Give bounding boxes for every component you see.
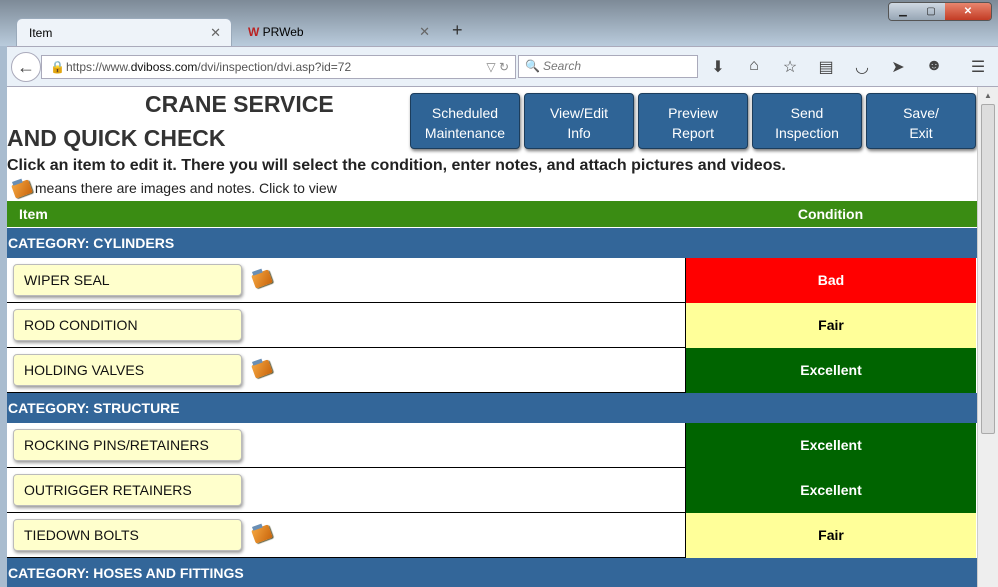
close-tab-icon[interactable]: ✕ <box>419 24 430 40</box>
search-input[interactable]: 🔍 Search <box>518 55 698 78</box>
table-row: TIEDOWN BOLTS Fair <box>7 513 976 558</box>
lock-icon: 🔒 <box>50 60 65 74</box>
pocket-icon[interactable]: ◡ <box>851 57 873 77</box>
item-button[interactable]: ROD CONDITION <box>13 309 242 341</box>
preview-report-button[interactable]: Preview Report <box>638 93 748 149</box>
item-button[interactable]: TIEDOWN BOLTS <box>13 519 242 551</box>
home-icon[interactable]: ⌂ <box>743 57 765 77</box>
url-prefix: https://www. <box>66 60 131 74</box>
category-header: CATEGORY: STRUCTURE <box>7 393 977 423</box>
table-row: WIPER SEAL Bad <box>7 258 976 303</box>
legend-text: means there are images and notes. Click … <box>34 180 337 196</box>
instructions: Click an item to edit it. There you will… <box>7 157 786 174</box>
table-row: ROCKING PINS/RETAINERS Excellent <box>7 423 976 468</box>
minimize-icon[interactable]: ▁ <box>889 3 917 20</box>
send-icon[interactable]: ➤ <box>887 57 909 77</box>
url-bar[interactable]: 🔒 https://www.dviboss.com/dvi/inspection/… <box>41 55 516 79</box>
tab-item[interactable]: Item ✕ <box>16 18 232 46</box>
save-exit-button[interactable]: Save/ Exit <box>866 93 976 149</box>
back-arrow-icon[interactable]: ← <box>11 52 41 82</box>
reading-list-icon[interactable]: ▤ <box>815 57 837 77</box>
search-placeholder: Search <box>543 59 582 73</box>
condition-cell[interactable]: Bad <box>685 258 976 303</box>
item-button[interactable]: WIPER SEAL <box>13 264 242 296</box>
table-header: Item Condition <box>7 201 977 227</box>
category-header: CATEGORY: CYLINDERS <box>7 228 977 258</box>
download-icon[interactable]: ⬇ <box>707 57 729 77</box>
item-button[interactable]: OUTRIGGER RETAINERS <box>13 474 242 506</box>
tab-prweb[interactable]: W PRWeb ✕ <box>236 18 440 46</box>
legend: means there are images and notes. Click … <box>11 179 337 199</box>
scheduled-maintenance-button[interactable]: Scheduled Maintenance <box>410 93 520 149</box>
new-tab-icon[interactable]: + <box>452 20 463 41</box>
send-inspection-button[interactable]: Send Inspection <box>752 93 862 149</box>
item-button[interactable]: ROCKING PINS/RETAINERS <box>13 429 242 461</box>
tab-label: PRWeb <box>262 25 304 39</box>
close-window-icon[interactable]: ✕ <box>945 3 991 20</box>
nav-toolbar: ← 🔒 https://www.dviboss.com/dvi/inspectio… <box>7 46 998 87</box>
scroll-up-icon[interactable]: ▲ <box>978 87 998 104</box>
prweb-favicon-icon: W <box>248 25 260 39</box>
menu-icon[interactable]: ☰ <box>967 57 989 77</box>
media-folder-icon[interactable] <box>251 269 273 289</box>
reload-icon[interactable]: ▽ ↻ <box>486 56 509 78</box>
tab-label: Item <box>29 26 53 40</box>
table-row: HOLDING VALVES Excellent <box>7 348 976 393</box>
star-icon[interactable]: ☆ <box>779 57 801 77</box>
table-row: OUTRIGGER RETAINERS Excellent <box>7 468 976 513</box>
category-header: CATEGORY: HOSES AND FITTINGS <box>7 558 977 587</box>
chat-icon[interactable]: ☻ <box>923 57 945 77</box>
item-button[interactable]: HOLDING VALVES <box>13 354 242 386</box>
maximize-icon[interactable]: ▢ <box>917 3 945 20</box>
header-condition: Condition <box>797 206 864 222</box>
page-title-line2: AND QUICK CHECK <box>7 125 226 151</box>
condition-cell[interactable]: Excellent <box>685 468 976 513</box>
condition-cell[interactable]: Fair <box>685 303 976 348</box>
condition-cell[interactable]: Excellent <box>685 423 976 468</box>
media-folder-icon <box>11 179 33 199</box>
close-tab-icon[interactable]: ✕ <box>210 25 221 41</box>
title-bar: Item ✕ W PRWeb ✕ + ▁ ▢ ✕ <box>0 0 998 46</box>
scroll-thumb[interactable] <box>981 104 995 434</box>
header-item: Item <box>19 206 48 222</box>
search-icon: 🔍 <box>525 59 540 73</box>
media-folder-icon[interactable] <box>251 359 273 379</box>
url-domain: dviboss.com <box>130 60 198 74</box>
media-folder-icon[interactable] <box>251 524 273 544</box>
page-content: CRANE SERVICE AND QUICK CHECK Scheduled … <box>7 87 977 587</box>
condition-cell[interactable]: Fair <box>685 513 976 558</box>
page-title-line1: CRANE SERVICE <box>145 91 334 117</box>
scrollbar[interactable]: ▲ <box>977 87 998 587</box>
view-edit-info-button[interactable]: View/Edit Info <box>524 93 634 149</box>
url-path: /dvi/inspection/dvi.asp?id=72 <box>197 60 352 74</box>
condition-cell[interactable]: Excellent <box>685 348 976 393</box>
table-row: ROD CONDITION Fair <box>7 303 976 348</box>
